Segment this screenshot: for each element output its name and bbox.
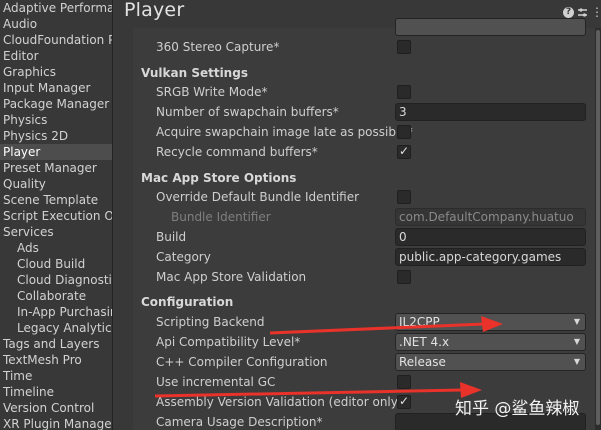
row-incremental-gc: Use incremental GC <box>133 373 595 391</box>
chevron-down-icon: ▼ <box>573 317 580 326</box>
checkmark-icon: ✓ <box>398 144 410 158</box>
row-bundle-identifier: Bundle Identifier com.DefaultCompany.hua… <box>133 208 595 226</box>
row-stereo-capture: 360 Stereo Capture* <box>133 38 595 56</box>
cpp-compiler-label: C++ Compiler Configuration <box>156 355 328 369</box>
srgb-write-checkbox[interactable] <box>397 85 411 99</box>
build-input[interactable]: 0 <box>395 228 586 246</box>
cpp-compiler-dropdown[interactable]: Release ▼ <box>395 353 586 371</box>
swapchain-buffers-input[interactable]: 3 <box>395 103 586 121</box>
sidebar-item[interactable]: Physics 2D <box>0 128 112 144</box>
sidebar-item[interactable]: Adaptive Performance <box>0 0 112 16</box>
watermark: 知乎 @鲨鱼辣椒 <box>455 399 580 419</box>
row-api-compat: Api Compatibility Level* .NET 4.x ▼ <box>133 333 595 351</box>
sidebar-item[interactable]: Input Manager <box>0 80 112 96</box>
sidebar-item[interactable]: TextMesh Pro <box>0 352 112 368</box>
sidebar-item[interactable]: Cloud Build <box>0 256 112 272</box>
preset-icon[interactable] <box>577 7 588 18</box>
row-category: Category public.app-category.games <box>133 248 595 266</box>
sidebar-item[interactable]: Script Execution Ord <box>0 208 112 224</box>
sidebar-item[interactable]: Package Manager <box>0 96 112 112</box>
chevron-down-icon: ▼ <box>573 337 580 346</box>
sidebar-item[interactable]: CloudFoundation Pl <box>0 32 112 48</box>
bundle-identifier-input: com.DefaultCompany.huatuo <box>395 208 586 226</box>
row-acquire-late: Acquire swapchain image late as possible… <box>133 123 595 141</box>
scripting-backend-label: Scripting Backend <box>156 315 265 329</box>
sidebar-item[interactable]: Preset Manager <box>0 160 112 176</box>
row-mac-validation: Mac App Store Validation <box>133 268 595 286</box>
clipped-row <box>133 18 595 36</box>
scrollbar-thumb[interactable] <box>596 30 600 425</box>
api-compat-value: .NET 4.x <box>399 335 450 349</box>
vulkan-section-title: Vulkan Settings <box>141 66 248 80</box>
api-compat-dropdown[interactable]: .NET 4.x ▼ <box>395 333 586 351</box>
help-icon[interactable]: ? <box>563 7 574 18</box>
vertical-scrollbar[interactable] <box>595 28 601 430</box>
scripting-backend-value: IL2CPP <box>399 315 440 329</box>
row-override-bundle: Override Default Bundle Identifier <box>133 188 595 206</box>
mac-validation-label: Mac App Store Validation <box>156 270 307 284</box>
sidebar-item[interactable]: Player <box>0 144 112 160</box>
sidebar-item[interactable]: Editor <box>0 48 112 64</box>
recycle-buffers-checkbox[interactable]: ✓ <box>397 144 411 159</box>
category-label: Category <box>156 250 211 264</box>
settings-sidebar: Adaptive PerformanceAudioCloudFoundation… <box>0 0 113 430</box>
sidebar-item[interactable]: Version Control <box>0 400 112 416</box>
row-recycle-buffers: Recycle command buffers* ✓ <box>133 143 595 161</box>
sidebar-item[interactable]: Scene Template <box>0 192 112 208</box>
assembly-validation-label: Assembly Version Validation (editor only… <box>156 395 403 409</box>
incremental-gc-checkbox[interactable] <box>397 375 411 389</box>
incremental-gc-label: Use incremental GC <box>156 375 276 389</box>
api-compat-label: Api Compatibility Level* <box>156 335 301 349</box>
sidebar-item[interactable]: Time <box>0 368 112 384</box>
swapchain-buffers-label: Number of swapchain buffers* <box>156 105 339 119</box>
configuration-section-title: Configuration <box>141 295 234 309</box>
chevron-down-icon: ▼ <box>573 357 580 366</box>
camera-usage-label: Camera Usage Description* <box>156 415 323 429</box>
sidebar-item[interactable]: Collaborate <box>0 288 112 304</box>
override-bundle-label: Override Default Bundle Identifier <box>156 190 360 204</box>
mac-store-section-title: Mac App Store Options <box>141 171 297 185</box>
row-swapchain-buffers: Number of swapchain buffers* 3 <box>133 103 595 121</box>
scripting-backend-dropdown[interactable]: IL2CPP ▼ <box>395 313 586 331</box>
sidebar-item[interactable]: Timeline <box>0 384 112 400</box>
sidebar-item[interactable]: Tags and Layers <box>0 336 112 352</box>
clipped-dropdown[interactable] <box>395 18 586 36</box>
build-label: Build <box>156 230 187 244</box>
row-build: Build 0 <box>133 228 595 246</box>
sidebar-item[interactable]: Cloud Diagnostics <box>0 272 112 288</box>
mac-validation-checkbox[interactable] <box>397 270 411 284</box>
checkmark-icon: ✓ <box>398 394 410 408</box>
player-settings-panel: 360 Stereo Capture* Vulkan Settings SRGB… <box>133 18 595 430</box>
srgb-write-label: SRGB Write Mode* <box>156 85 268 99</box>
more-options-icon[interactable]: ⋮ <box>591 6 601 18</box>
cpp-compiler-value: Release <box>399 355 446 369</box>
sidebar-item[interactable]: In-App Purchasing <box>0 304 112 320</box>
sidebar-item[interactable]: Ads <box>0 240 112 256</box>
category-input[interactable]: public.app-category.games <box>395 248 586 266</box>
acquire-late-label: Acquire swapchain image late as possible… <box>156 125 413 139</box>
sidebar-item[interactable]: Legacy Analytics <box>0 320 112 336</box>
stereo-capture-checkbox[interactable] <box>397 40 411 54</box>
sidebar-item[interactable]: Audio <box>0 16 112 32</box>
override-bundle-checkbox[interactable] <box>397 190 411 204</box>
row-srgb-write: SRGB Write Mode* <box>133 83 595 101</box>
assembly-validation-checkbox[interactable]: ✓ <box>397 394 411 409</box>
sidebar-item[interactable]: Services <box>0 224 112 240</box>
bundle-identifier-label: Bundle Identifier <box>171 210 271 224</box>
sidebar-item[interactable]: Quality <box>0 176 112 192</box>
sidebar-item[interactable]: Graphics <box>0 64 112 80</box>
row-cpp-compiler: C++ Compiler Configuration Release ▼ <box>133 353 595 371</box>
stereo-capture-label: 360 Stereo Capture* <box>156 40 280 54</box>
recycle-buffers-label: Recycle command buffers* <box>156 145 318 159</box>
sidebar-item[interactable]: XR Plugin Management <box>0 416 112 430</box>
acquire-late-checkbox[interactable] <box>397 125 411 139</box>
inspector-pane: Player ? ⋮ 360 Stereo Capture* Vulkan Se… <box>114 0 601 430</box>
sidebar-item[interactable]: Physics <box>0 112 112 128</box>
row-scripting-backend: Scripting Backend IL2CPP ▼ <box>133 313 595 331</box>
